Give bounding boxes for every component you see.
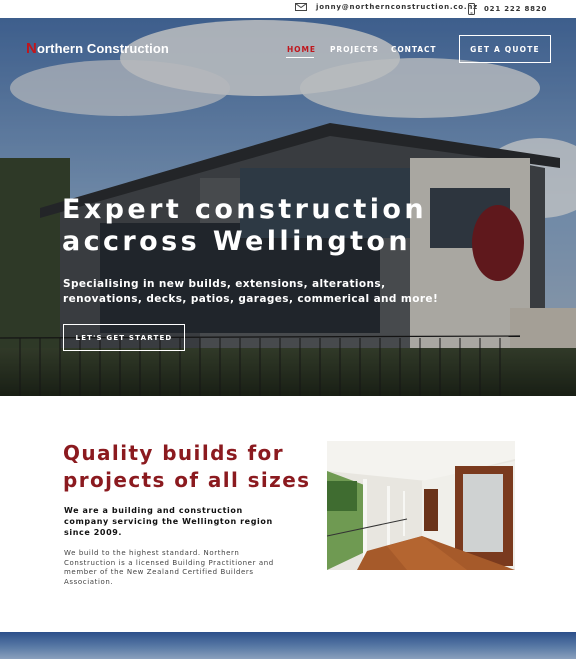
veranda-photo — [327, 441, 515, 570]
hero-subtitle: Specialising in new builds, extensions, … — [63, 278, 439, 305]
phone-contact[interactable]: 021 222 8820 — [468, 3, 547, 15]
logo-text: orthern Construction — [36, 41, 169, 56]
logo-letter: N — [26, 40, 37, 57]
quality-heading: Quality builds for projects of all sizes — [63, 441, 311, 492]
get-a-quote-button[interactable]: GET A QUOTE — [459, 35, 551, 63]
nav-home[interactable]: HOME — [287, 45, 316, 54]
site-logo[interactable]: Northern Construction — [26, 40, 169, 57]
nav-projects[interactable]: PROJECTS — [330, 45, 379, 54]
nav-contact[interactable]: CONTACT — [391, 45, 436, 54]
mobile-phone-icon — [468, 3, 475, 15]
email-text[interactable]: jonny@northernconstruction.co.nz — [316, 3, 478, 11]
nav-active-indicator — [286, 57, 314, 58]
phone-text[interactable]: 021 222 8820 — [484, 5, 547, 13]
email-contact[interactable]: jonny@northernconstruction.co.nz — [295, 3, 478, 11]
quality-lead: We are a building and construction compa… — [64, 506, 273, 537]
next-section-banner — [0, 632, 576, 659]
hero-section: Northern Construction HOME PROJECTS CONT… — [0, 18, 576, 396]
envelope-icon — [295, 3, 307, 11]
hero-title: Expert construction accross Wellington — [62, 194, 427, 257]
quality-section: Quality builds for projects of all sizes… — [0, 396, 576, 632]
quality-body: We build to the highest standard. Northe… — [64, 549, 274, 586]
get-started-button[interactable]: LET'S GET STARTED — [63, 324, 185, 351]
top-contact-bar: jonny@northernconstruction.co.nz 021 222… — [0, 0, 576, 18]
veranda-image — [327, 441, 515, 570]
